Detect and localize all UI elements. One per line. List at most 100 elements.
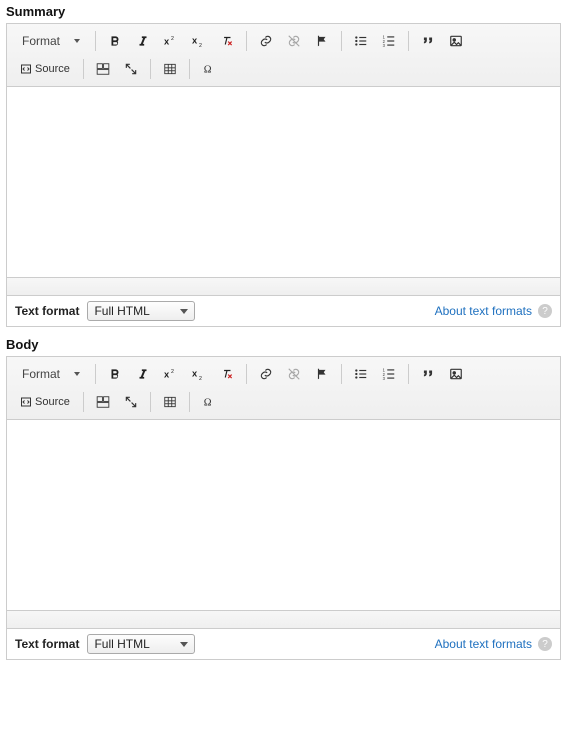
table-icon — [163, 62, 177, 76]
body-editor: Format x2 x2 — [6, 356, 561, 629]
summary-resize-handle[interactable] — [7, 277, 560, 295]
remove-format-button[interactable] — [214, 362, 240, 386]
body-toolbar: Format x2 x2 — [7, 357, 560, 420]
bold-button[interactable] — [102, 29, 128, 53]
summary-content-area[interactable] — [7, 87, 560, 277]
about-text-formats-link[interactable]: About text formats — [435, 304, 532, 318]
superscript-button[interactable]: x2 — [158, 29, 184, 53]
italic-icon — [136, 34, 150, 48]
bold-icon — [108, 367, 122, 381]
source-icon — [20, 396, 32, 408]
body-resize-handle[interactable] — [7, 610, 560, 628]
text-format-select[interactable]: Full HTML — [87, 301, 195, 321]
text-format-label: Text format — [15, 304, 79, 318]
format-dropdown[interactable]: Format — [13, 362, 89, 386]
svg-text:x: x — [164, 370, 170, 380]
toolbar-separator — [408, 31, 409, 51]
table-button[interactable] — [157, 390, 183, 414]
text-format-select[interactable]: Full HTML — [87, 634, 195, 654]
bold-button[interactable] — [102, 362, 128, 386]
svg-text:2: 2 — [199, 376, 202, 381]
italic-icon — [136, 367, 150, 381]
svg-text:2: 2 — [171, 369, 174, 375]
source-button[interactable]: Source — [13, 57, 77, 81]
text-format-selected: Full HTML — [94, 304, 149, 318]
superscript-button[interactable]: x2 — [158, 362, 184, 386]
body-field: Body Format x2 x2 — [0, 333, 567, 660]
chevron-down-icon — [74, 39, 80, 43]
svg-text:3: 3 — [383, 43, 386, 48]
table-button[interactable] — [157, 57, 183, 81]
unlink-button[interactable] — [281, 29, 307, 53]
unlink-icon — [287, 367, 301, 381]
bullet-list-icon — [354, 34, 368, 48]
image-button[interactable] — [443, 362, 469, 386]
source-label: Source — [35, 396, 70, 408]
show-blocks-icon — [96, 395, 110, 409]
special-char-button[interactable]: Ω — [196, 57, 222, 81]
show-blocks-button[interactable] — [90, 390, 116, 414]
remove-format-button[interactable] — [214, 29, 240, 53]
anchor-button[interactable] — [309, 29, 335, 53]
text-format-selected: Full HTML — [94, 637, 149, 651]
about-text-formats-link[interactable]: About text formats — [435, 637, 532, 651]
link-button[interactable] — [253, 362, 279, 386]
italic-button[interactable] — [130, 29, 156, 53]
bullet-list-button[interactable] — [348, 29, 374, 53]
maximize-button[interactable] — [118, 390, 144, 414]
body-label: Body — [0, 333, 567, 356]
special-char-button[interactable]: Ω — [196, 390, 222, 414]
body-content-area[interactable] — [7, 420, 560, 610]
svg-text:Ω: Ω — [204, 65, 212, 76]
blockquote-icon — [421, 34, 435, 48]
chevron-down-icon — [74, 372, 80, 376]
numbered-list-button[interactable]: 123 — [376, 362, 402, 386]
numbered-list-icon: 123 — [382, 34, 396, 48]
omega-icon: Ω — [202, 62, 216, 76]
blockquote-button[interactable] — [415, 362, 441, 386]
remove-format-icon — [220, 367, 234, 381]
toolbar-separator — [341, 364, 342, 384]
summary-format-bar: Text format Full HTML About text formats… — [6, 295, 561, 327]
numbered-list-button[interactable]: 123 — [376, 29, 402, 53]
summary-field: Summary Format x2 x2 — [0, 0, 567, 327]
summary-toolbar: Format x2 x2 — [7, 24, 560, 87]
flag-icon — [315, 367, 329, 381]
numbered-list-icon: 123 — [382, 367, 396, 381]
subscript-icon: x2 — [191, 34, 207, 48]
svg-text:x: x — [164, 37, 170, 47]
image-button[interactable] — [443, 29, 469, 53]
maximize-icon — [124, 395, 138, 409]
image-icon — [449, 367, 463, 381]
bold-icon — [108, 34, 122, 48]
help-icon[interactable]: ? — [538, 304, 552, 318]
image-icon — [449, 34, 463, 48]
italic-button[interactable] — [130, 362, 156, 386]
subscript-button[interactable]: x2 — [186, 362, 212, 386]
toolbar-separator — [189, 59, 190, 79]
bullet-list-button[interactable] — [348, 362, 374, 386]
anchor-button[interactable] — [309, 362, 335, 386]
body-format-bar: Text format Full HTML About text formats… — [6, 628, 561, 660]
blockquote-button[interactable] — [415, 29, 441, 53]
show-blocks-button[interactable] — [90, 57, 116, 81]
subscript-button[interactable]: x2 — [186, 29, 212, 53]
unlink-button[interactable] — [281, 362, 307, 386]
svg-text:x: x — [192, 368, 198, 378]
toolbar-separator — [83, 59, 84, 79]
source-icon — [20, 63, 32, 75]
toolbar-separator — [341, 31, 342, 51]
source-button[interactable]: Source — [13, 390, 77, 414]
link-button[interactable] — [253, 29, 279, 53]
svg-text:x: x — [192, 35, 198, 45]
text-format-label: Text format — [15, 637, 79, 651]
maximize-button[interactable] — [118, 57, 144, 81]
format-dropdown[interactable]: Format — [13, 29, 89, 53]
toolbar-separator — [150, 392, 151, 412]
help-icon[interactable]: ? — [538, 637, 552, 651]
toolbar-separator — [95, 364, 96, 384]
link-icon — [259, 367, 273, 381]
omega-icon: Ω — [202, 395, 216, 409]
format-dropdown-label: Format — [22, 367, 60, 381]
svg-text:2: 2 — [171, 36, 174, 42]
